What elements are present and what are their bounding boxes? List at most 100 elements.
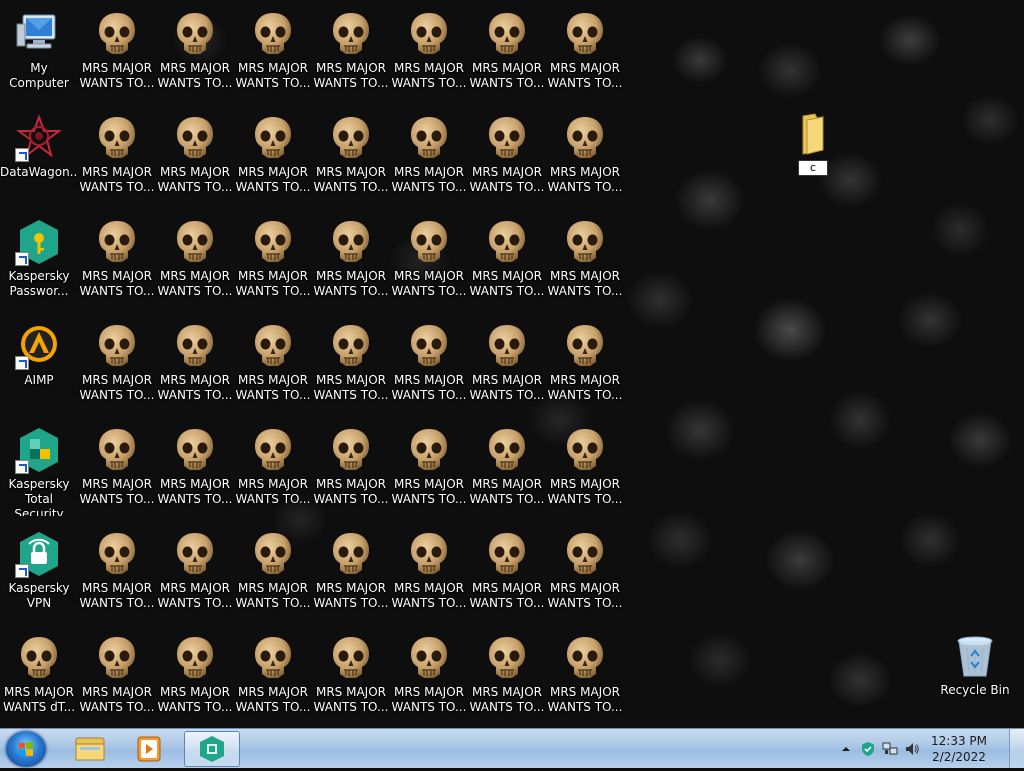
desktop-icon-mrs-major[interactable]: MRS MAJOR WANTS TO...: [546, 524, 624, 620]
desktop-icon-mrs-major[interactable]: MRS MAJOR WANTS TO...: [546, 316, 624, 412]
desktop-icon-mrs-major[interactable]: MRS MAJOR WANTS TO...: [546, 628, 624, 724]
desktop-icon-mrs-major[interactable]: MRS MAJOR WANTS TO...: [78, 628, 156, 724]
desktop-icon-mrs-major[interactable]: MRS MAJOR WANTS TO...: [546, 108, 624, 204]
icon-label: Kaspersky Total Security: [8, 477, 70, 516]
desktop-icon-mrs-major[interactable]: MRS MAJOR WANTS TO...: [468, 316, 546, 412]
windows-logo-icon: [19, 742, 33, 756]
desktop-icon-skull[interactable]: MRS MAJOR WANTS dT...: [0, 628, 78, 724]
volume-icon[interactable]: [904, 741, 920, 757]
desktop-icon-mrs-major[interactable]: MRS MAJOR WANTS TO...: [78, 108, 156, 204]
taskbar-kaspersky-button[interactable]: [184, 731, 240, 767]
icon-label: MRS MAJOR WANTS TO...: [235, 685, 311, 714]
desktop-icon-kaspersky-total[interactable]: Kaspersky Total Security: [0, 420, 78, 516]
desktop-icon-mrs-major[interactable]: MRS MAJOR WANTS TO...: [156, 524, 234, 620]
desktop-icon-mrs-major[interactable]: MRS MAJOR WANTS TO...: [234, 108, 312, 204]
desktop-icon-mrs-major[interactable]: MRS MAJOR WANTS TO...: [78, 524, 156, 620]
chevron-up-icon[interactable]: [838, 741, 854, 757]
desktop-icon-mrs-major[interactable]: MRS MAJOR WANTS TO...: [390, 316, 468, 412]
icon-label: MRS MAJOR WANTS TO...: [79, 269, 155, 298]
icon-label: MRS MAJOR WANTS TO...: [391, 477, 467, 506]
desktop-icon-mrs-major[interactable]: MRS MAJOR WANTS TO...: [234, 212, 312, 308]
clock[interactable]: 12:33 PM 2/2/2022: [924, 733, 994, 765]
desktop-icon-mrs-major[interactable]: MRS MAJOR WANTS TO...: [156, 4, 234, 100]
desktop-icon-mrs-major[interactable]: MRS MAJOR WANTS TO...: [156, 212, 234, 308]
desktop-icon-computer[interactable]: My Computer: [0, 4, 78, 100]
desktop-icon-mrs-major[interactable]: MRS MAJOR WANTS TO...: [156, 628, 234, 724]
desktop-icon-mrs-major[interactable]: MRS MAJOR WANTS TO...: [234, 316, 312, 412]
skull-icon: [561, 218, 609, 266]
desktop-icon-mrs-major[interactable]: MRS MAJOR WANTS TO...: [234, 524, 312, 620]
skull-icon: [93, 634, 141, 682]
desktop-icon-mrs-major[interactable]: MRS MAJOR WANTS TO...: [312, 316, 390, 412]
skull-icon: [171, 530, 219, 578]
desktop-icon-datawagon[interactable]: DataWagon...: [0, 108, 78, 204]
desktop-icon-mrs-major[interactable]: MRS MAJOR WANTS TO...: [546, 4, 624, 100]
desktop-icon-mrs-major[interactable]: MRS MAJOR WANTS TO...: [156, 108, 234, 204]
skull-icon: [561, 114, 609, 162]
skull-icon: [327, 634, 375, 682]
skull-icon: [327, 322, 375, 370]
desktop-icon-mrs-major[interactable]: MRS MAJOR WANTS TO...: [468, 524, 546, 620]
desktop-icon-mrs-major[interactable]: MRS MAJOR WANTS TO...: [312, 524, 390, 620]
desktop-icon-mrs-major[interactable]: MRS MAJOR WANTS TO...: [390, 4, 468, 100]
icon-label: MRS MAJOR WANTS TO...: [547, 165, 623, 194]
folder-rename-label[interactable]: c: [798, 160, 828, 176]
desktop-icon-mrs-major[interactable]: MRS MAJOR WANTS TO...: [390, 212, 468, 308]
taskbar-explorer-button[interactable]: [62, 731, 118, 767]
icon-label: MRS MAJOR WANTS TO...: [79, 373, 155, 402]
icon-label: MRS MAJOR WANTS TO...: [157, 685, 233, 714]
desktop-icon-mrs-major[interactable]: MRS MAJOR WANTS TO...: [468, 108, 546, 204]
desktop-icon-mrs-major[interactable]: MRS MAJOR WANTS TO...: [390, 524, 468, 620]
desktop-icon-kaspersky-password[interactable]: Kaspersky Passwor...: [0, 212, 78, 308]
skull-icon: [249, 634, 297, 682]
desktop-icon-mrs-major[interactable]: MRS MAJOR WANTS TO...: [78, 4, 156, 100]
desktop-icon-mrs-major[interactable]: MRS MAJOR WANTS TO...: [390, 420, 468, 516]
desktop-icon-mrs-major[interactable]: MRS MAJOR WANTS TO...: [468, 420, 546, 516]
desktop-icon-mrs-major[interactable]: MRS MAJOR WANTS TO...: [234, 420, 312, 516]
show-desktop-button[interactable]: [1009, 729, 1024, 768]
skull-icon: [561, 426, 609, 474]
datawagon-icon: [15, 114, 63, 162]
desktop-icon-mrs-major[interactable]: MRS MAJOR WANTS TO...: [312, 420, 390, 516]
network-icon[interactable]: [882, 741, 898, 757]
desktop-icon-mrs-major[interactable]: MRS MAJOR WANTS TO...: [546, 420, 624, 516]
desktop-icon-mrs-major[interactable]: MRS MAJOR WANTS TO...: [78, 212, 156, 308]
taskbar-media-player-button[interactable]: [122, 731, 178, 767]
desktop-icon-mrs-major[interactable]: MRS MAJOR WANTS TO...: [312, 628, 390, 724]
icon-label: MRS MAJOR WANTS TO...: [235, 373, 311, 402]
desktop-icon-mrs-major[interactable]: MRS MAJOR WANTS TO...: [78, 420, 156, 516]
desktop-icon-mrs-major[interactable]: MRS MAJOR WANTS TO...: [546, 212, 624, 308]
desktop[interactable]: My Computer DataWagon... Kaspersky Passw…: [0, 0, 1024, 728]
desktop-icon-mrs-major[interactable]: MRS MAJOR WANTS TO...: [234, 4, 312, 100]
shortcut-arrow-icon: [15, 356, 29, 370]
skull-icon: [483, 218, 531, 266]
start-button[interactable]: [6, 731, 46, 767]
skull-icon: [327, 114, 375, 162]
desktop-icon-mrs-major[interactable]: MRS MAJOR WANTS TO...: [312, 108, 390, 204]
skull-icon: [405, 10, 453, 58]
desktop-icon-mrs-major[interactable]: MRS MAJOR WANTS TO...: [468, 628, 546, 724]
desktop-icon-mrs-major[interactable]: MRS MAJOR WANTS TO...: [312, 4, 390, 100]
skull-icon: [93, 426, 141, 474]
shortcut-arrow-icon: [15, 148, 29, 162]
icon-label: MRS MAJOR WANTS TO...: [157, 373, 233, 402]
desktop-icon-mrs-major[interactable]: MRS MAJOR WANTS TO...: [390, 108, 468, 204]
desktop-icon-mrs-major[interactable]: MRS MAJOR WANTS TO...: [312, 212, 390, 308]
desktop-icon-mrs-major[interactable]: MRS MAJOR WANTS TO...: [468, 212, 546, 308]
icon-label: MRS MAJOR WANTS TO...: [79, 685, 155, 714]
desktop-icon-mrs-major[interactable]: MRS MAJOR WANTS TO...: [156, 316, 234, 412]
desktop-icon-mrs-major[interactable]: MRS MAJOR WANTS TO...: [78, 316, 156, 412]
desktop-icon-mrs-major[interactable]: MRS MAJOR WANTS TO...: [156, 420, 234, 516]
icon-label: AIMP: [24, 373, 54, 387]
desktop-icon-mrs-major[interactable]: MRS MAJOR WANTS TO...: [390, 628, 468, 724]
desktop-icon-kaspersky-vpn[interactable]: Kaspersky VPN: [0, 524, 78, 620]
icon-label: MRS MAJOR WANTS TO...: [469, 165, 545, 194]
desktop-icon-mrs-major[interactable]: MRS MAJOR WANTS TO...: [468, 4, 546, 100]
desktop-icon-recycle-bin[interactable]: Recycle Bin: [936, 626, 1014, 722]
aimp-icon: [15, 322, 63, 370]
icon-label: MRS MAJOR WANTS dT...: [2, 685, 76, 714]
desktop-icon-mrs-major[interactable]: MRS MAJOR WANTS TO...: [234, 628, 312, 724]
desktop-icon-folder-c[interactable]: c: [774, 104, 852, 200]
desktop-icon-aimp[interactable]: AIMP: [0, 316, 78, 412]
shield-icon[interactable]: [860, 741, 876, 757]
